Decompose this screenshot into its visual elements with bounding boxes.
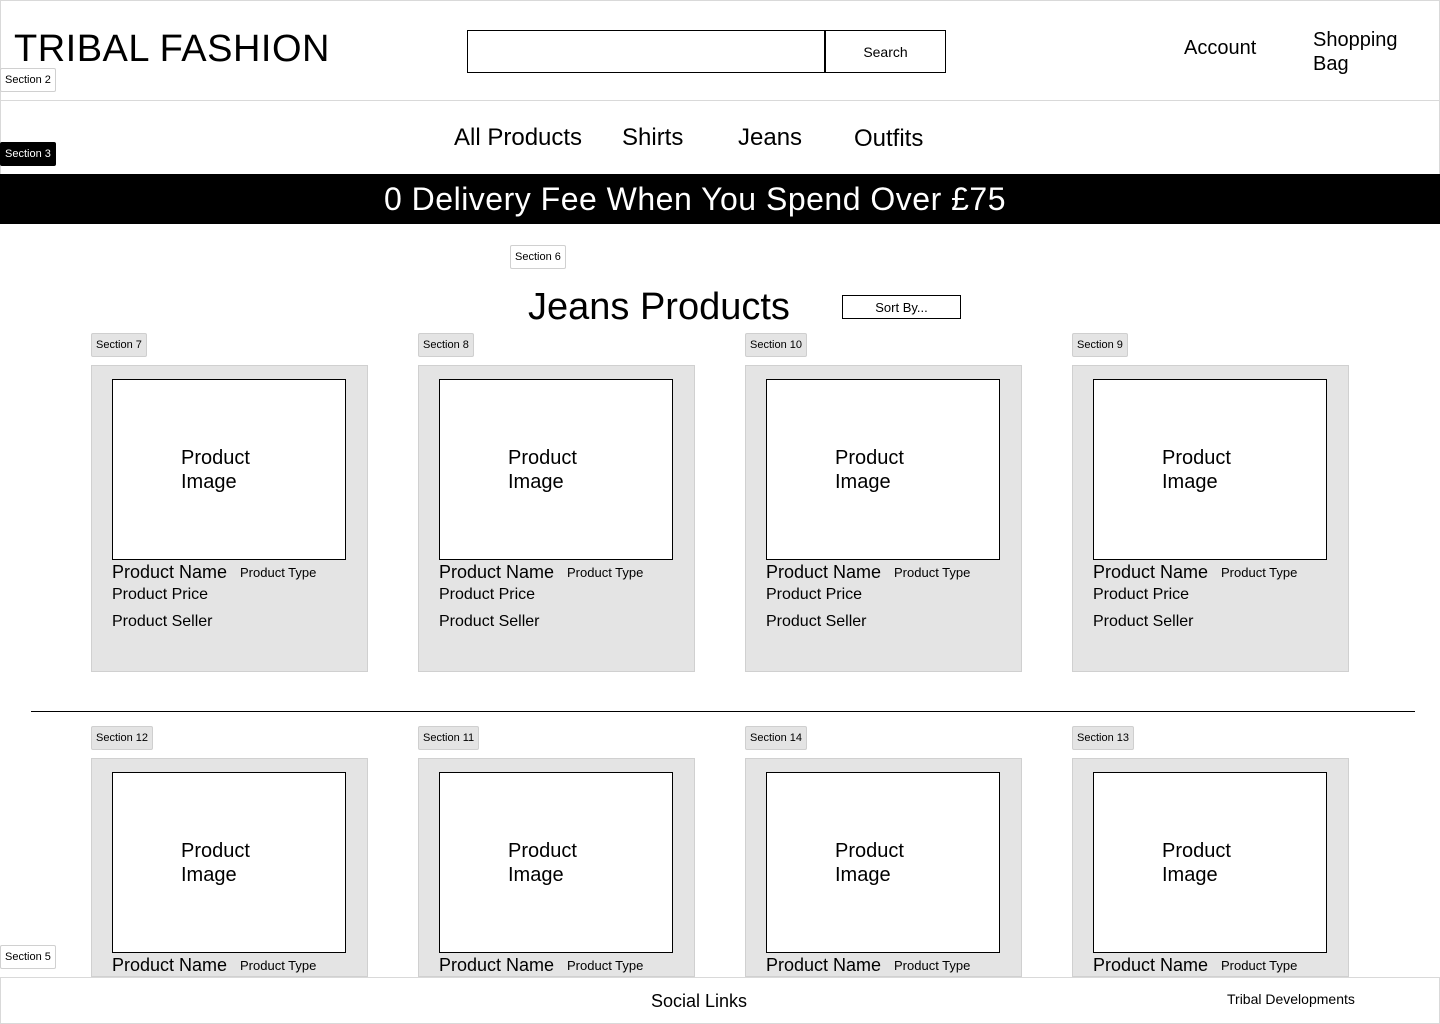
section-tag-2: Section 2 [0,68,56,92]
product-price: Product Price [766,586,863,603]
search-button[interactable]: Search [825,30,946,73]
product-image[interactable]: Product Image [766,772,1000,953]
product-image[interactable]: Product Image [1093,772,1327,953]
nav-item-jeans[interactable]: Jeans [738,124,802,152]
product-name[interactable]: Product Name [112,562,227,583]
product-image[interactable]: Product Image [112,772,346,953]
section-tag-10: Section 10 [745,333,807,357]
sort-by-button[interactable]: Sort By... [842,295,961,319]
product-type: Product Type [1221,565,1298,580]
product-name[interactable]: Product Name [439,955,554,976]
section-tag-12: Section 12 [91,726,153,750]
page-title: Jeans Products [528,286,790,328]
product-type: Product Type [240,565,317,580]
product-type: Product Type [894,958,971,973]
product-seller[interactable]: Product Seller [766,613,867,631]
product-image[interactable]: Product Image [439,379,673,560]
product-image-label: Product Image [508,446,577,493]
banner-text: 0 Delivery Fee When You Spend Over £75 [383,180,1007,217]
section-tag-11: Section 11 [418,726,480,750]
product-type: Product Type [567,958,644,973]
product-price: Product Price [112,586,209,603]
product-name[interactable]: Product Name [766,955,881,976]
section-tag-5: Section 5 [0,945,56,969]
account-link[interactable]: Account [1184,37,1256,60]
product-name[interactable]: Product Name [1093,955,1208,976]
developer-credit: Tribal Developments [1227,991,1355,1007]
nav-item-shirts[interactable]: Shirts [622,124,683,152]
product-name[interactable]: Product Name [112,955,227,976]
product-image[interactable]: Product Image [439,772,673,953]
delivery-banner: 0 Delivery Fee When You Spend Over £75 [0,174,1440,224]
product-image-label: Product Image [1162,839,1231,886]
section-tag-9: Section 9 [1072,333,1128,357]
product-seller[interactable]: Product Seller [439,613,540,631]
product-type: Product Type [1221,958,1298,973]
section-tag-14: Section 14 [745,726,807,750]
product-image[interactable]: Product Image [1093,379,1327,560]
section-tag-7: Section 7 [91,333,147,357]
product-name[interactable]: Product Name [766,562,881,583]
product-type: Product Type [567,565,644,580]
product-name[interactable]: Product Name [439,562,554,583]
product-image-label: Product Image [181,839,250,886]
product-name[interactable]: Product Name [1093,562,1208,583]
product-image-label: Product Image [1162,446,1231,493]
section-tag-13: Section 13 [1072,726,1134,750]
product-type: Product Type [894,565,971,580]
product-seller[interactable]: Product Seller [112,613,213,631]
row-divider [31,711,1415,712]
nav-item-outfits[interactable]: Outfits [854,125,923,153]
product-price: Product Price [439,586,536,603]
section-tag-3: Section 3 [0,142,56,166]
search-input[interactable] [467,30,825,73]
product-image-label: Product Image [508,839,577,886]
social-links[interactable]: Social Links [651,991,747,1012]
product-price: Product Price [1093,586,1190,603]
product-seller[interactable]: Product Seller [1093,613,1194,631]
section-tag-6: Section 6 [510,245,566,269]
product-image[interactable]: Product Image [112,379,346,560]
nav-item-all-products[interactable]: All Products [454,124,582,152]
shopping-bag-link[interactable]: Shopping Bag [1313,28,1423,76]
product-image[interactable]: Product Image [766,379,1000,560]
product-image-label: Product Image [835,446,904,493]
product-image-label: Product Image [181,446,250,493]
brand-logo[interactable]: TRIBAL FASHION [14,28,330,71]
product-type: Product Type [240,958,317,973]
section-tag-8: Section 8 [418,333,474,357]
product-image-label: Product Image [835,839,904,886]
category-nav [0,101,1440,174]
